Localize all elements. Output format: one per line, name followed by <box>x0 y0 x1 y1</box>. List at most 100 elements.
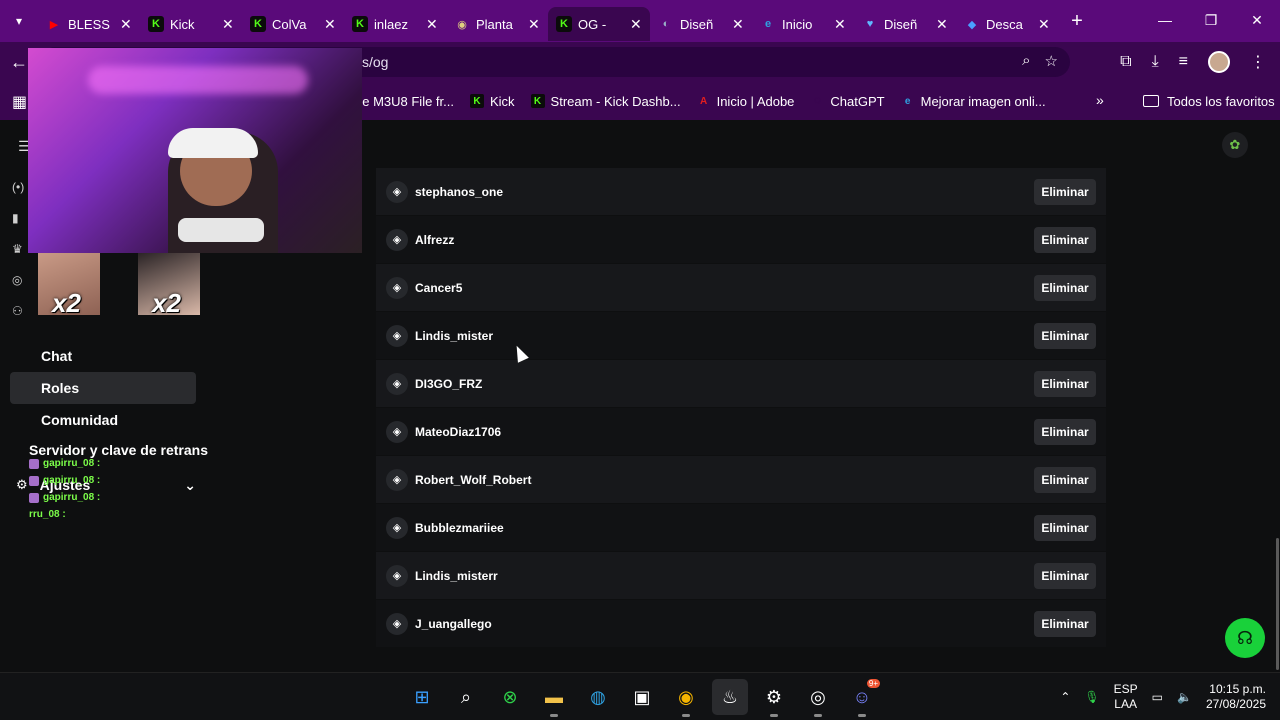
kick-icon: K <box>556 16 572 32</box>
page-scrollbar[interactable] <box>1276 538 1279 670</box>
remove-user-button[interactable]: Eliminar <box>1034 562 1096 589</box>
store-icon[interactable]: ▣ <box>624 679 660 715</box>
settings-gear-icon[interactable]: ⚙ <box>756 679 792 717</box>
username: Bubblezmariiee <box>415 520 504 535</box>
language-indicator[interactable]: ESP LAA <box>1114 682 1138 712</box>
keyboard-layout: LAA <box>1114 697 1137 711</box>
tab-2[interactable]: K ColVa ✕ <box>242 7 344 41</box>
camera-icon[interactable]: ◎ <box>12 273 24 287</box>
more-menu-icon[interactable]: ⋮ <box>1250 52 1266 72</box>
heart-icon: ♥ <box>866 18 874 30</box>
close-tab-icon[interactable]: ✕ <box>222 16 234 33</box>
remove-user-button[interactable]: Eliminar <box>1034 322 1096 349</box>
bookmark-item[interactable]: K Stream - Kick Dashb... <box>530 93 681 109</box>
volume-icon[interactable]: 🔈 <box>1177 690 1192 704</box>
sidebar-item-chat[interactable]: Chat <box>10 340 196 372</box>
profile-avatar[interactable] <box>1208 51 1230 73</box>
search-icon[interactable]: ⌕ <box>448 679 484 715</box>
microphone-icon[interactable]: 🎙 <box>1084 690 1099 704</box>
bookmarks-overflow-icon[interactable]: » <box>1096 92 1104 108</box>
close-tab-icon[interactable]: ✕ <box>528 16 540 33</box>
tab-0[interactable]: ▶ BLESS ✕ <box>38 7 140 41</box>
tab-6[interactable]: ◐ Diseñ ✕ <box>650 7 752 41</box>
close-tab-icon[interactable]: ✕ <box>732 16 744 33</box>
media-control-icon[interactable]: ≡ <box>1179 53 1188 71</box>
chat-overlay-text: gapirru_08 : <box>43 458 101 469</box>
trophy-icon[interactable]: ♛ <box>12 242 24 256</box>
steam-icon[interactable]: ♨ <box>712 679 748 715</box>
tab-8[interactable]: ♥ Diseñ ✕ <box>854 7 956 41</box>
tab-label: Kick <box>170 16 195 32</box>
bookmark-item[interactable]: e Mejorar imagen onli... <box>901 94 1046 109</box>
network-icon[interactable]: ▭ <box>1152 690 1163 704</box>
chat-overlay-line: gapirru_08 : <box>29 489 100 506</box>
support-chat-button[interactable]: ☊ <box>1225 618 1265 658</box>
windows-start-icon[interactable]: ⊞ <box>404 679 440 715</box>
bookmark-label: Stream - Kick Dashb... <box>550 93 681 109</box>
close-window-icon[interactable]: ✕ <box>1234 0 1280 40</box>
bookmark-item[interactable]: he M3U8 File fr... <box>355 94 454 109</box>
analytics-icon[interactable]: ▮ <box>12 211 24 225</box>
sidebar-item-comunidad[interactable]: Comunidad <box>10 404 196 436</box>
remove-user-button[interactable]: Eliminar <box>1034 226 1096 253</box>
remove-user-button[interactable]: Eliminar <box>1034 466 1096 493</box>
leaf-logo-icon[interactable]: ✿ <box>1222 132 1248 158</box>
bookmark-item[interactable]: ✺ ChatGPT <box>810 94 884 109</box>
windows-taskbar: ⊞ ⌕ ⊗ ▬ ◍ ▣ ◉ ♨ ⚙ ◎ ☺ 9+ ⌃ 🎙 ESP LAA ▭ 🔈 … <box>0 672 1280 720</box>
obs-icon[interactable]: ◎ <box>800 679 836 717</box>
close-tab-icon[interactable]: ✕ <box>936 16 948 33</box>
all-bookmarks-folder[interactable]: Todos los favoritos <box>1143 82 1275 120</box>
close-tab-icon[interactable]: ✕ <box>426 16 438 33</box>
discord-icon[interactable]: ☺ 9+ <box>844 679 880 717</box>
file-explorer-icon[interactable]: ▬ <box>536 679 572 717</box>
omnibox-actions: ⌕ ☆ <box>1022 52 1058 70</box>
tab-1[interactable]: K Kick ✕ <box>140 7 242 41</box>
new-tab-button[interactable]: + <box>1062 6 1092 36</box>
tab-3[interactable]: Kinlaez ✕ <box>344 7 446 41</box>
remove-user-button[interactable]: Eliminar <box>1034 178 1096 205</box>
bookmark-item[interactable]: A Inicio | Adobe <box>697 94 794 109</box>
download-icon[interactable]: ⤓ <box>1152 53 1159 71</box>
xbox-icon[interactable]: ⊗ <box>492 679 528 715</box>
chat-overlay-line: gapirru_08 : <box>29 455 100 472</box>
bookmark-star-icon[interactable]: ☆ <box>1045 52 1058 70</box>
remove-user-button[interactable]: Eliminar <box>1034 610 1096 637</box>
remove-user-button[interactable]: Eliminar <box>1034 274 1096 301</box>
tab-search-chevron-icon[interactable]: ▾ <box>0 0 38 42</box>
adobe-icon: A <box>699 95 708 107</box>
tab-label: ColVa <box>272 16 307 32</box>
clock-time: 10:15 p.m. <box>1209 682 1266 696</box>
remove-user-button[interactable]: Eliminar <box>1034 514 1096 541</box>
tab-label: Diseñ <box>884 16 918 32</box>
tab-9[interactable]: ◆ Desca ✕ <box>956 7 1058 41</box>
tab-label: Desca <box>986 16 1023 32</box>
edge-browser-icon[interactable]: ◍ <box>580 679 616 715</box>
stream-icon[interactable]: (•) <box>12 180 24 194</box>
table-row: ◈ Lindis_mister Eliminar <box>376 312 1106 360</box>
user-avatar: ◈ <box>386 516 408 539</box>
user-avatar: ◈ <box>386 420 408 443</box>
tab-5[interactable]: K OG - ✕ <box>548 7 650 41</box>
chrome-icon[interactable]: ◉ <box>668 679 704 717</box>
sidebar-item-roles[interactable]: Roles <box>10 372 196 404</box>
close-tab-icon[interactable]: ✕ <box>630 16 642 33</box>
zoom-icon[interactable]: ⌕ <box>1022 52 1030 70</box>
apps-grid-icon[interactable]: ▦ <box>12 92 27 112</box>
kick-icon: K <box>469 94 484 108</box>
clock[interactable]: 10:15 p.m. 27/08/2025 <box>1206 682 1266 712</box>
close-tab-icon[interactable]: ✕ <box>120 16 132 33</box>
minimize-icon[interactable]: — <box>1142 0 1188 40</box>
tab-4[interactable]: ◉ Planta ✕ <box>446 7 548 41</box>
close-tab-icon[interactable]: ✕ <box>1038 16 1050 33</box>
close-tab-icon[interactable]: ✕ <box>324 16 336 33</box>
users-icon[interactable]: ⚇ <box>12 304 24 318</box>
remove-user-button[interactable]: Eliminar <box>1034 370 1096 397</box>
extensions-icon[interactable]: ⧉ <box>1120 53 1131 71</box>
remove-user-button[interactable]: Eliminar <box>1034 418 1096 445</box>
tab-7[interactable]: e Inicio ✕ <box>752 7 854 41</box>
close-tab-icon[interactable]: ✕ <box>834 16 846 33</box>
bookmark-item[interactable]: K Kick <box>469 94 515 109</box>
restore-icon[interactable]: ❐ <box>1188 0 1234 40</box>
tray-chevron-up-icon[interactable]: ⌃ <box>1060 690 1070 704</box>
bookmark-label: Mejorar imagen onli... <box>920 93 1046 109</box>
